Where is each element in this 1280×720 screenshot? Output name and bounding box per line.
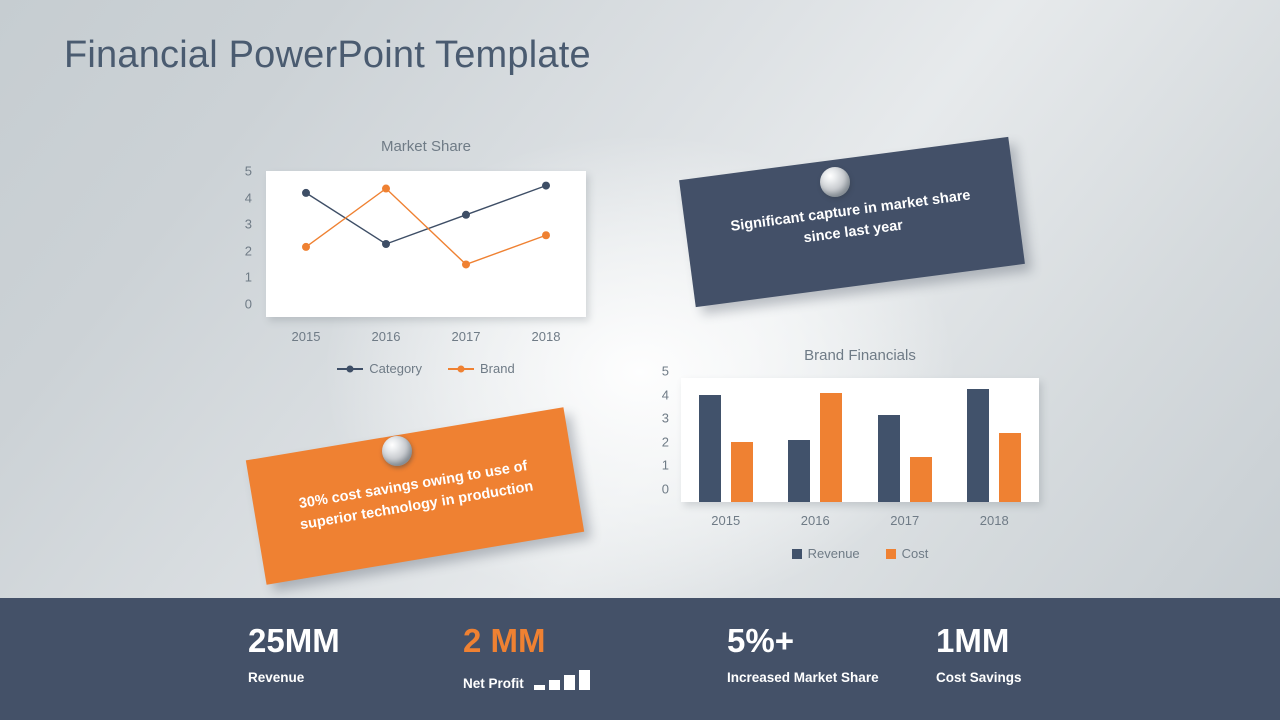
bar-chart-legend: Revenue Cost xyxy=(681,546,1039,561)
line-data-point[interactable] xyxy=(462,260,470,269)
bar-cost[interactable] xyxy=(820,392,843,502)
kpi-label: Increased Market Share xyxy=(727,670,879,685)
line-chart-y-tick: 1 xyxy=(244,269,252,285)
bar-group xyxy=(860,378,950,502)
cost-savings-note-text: 30% cost savings owing to use of superio… xyxy=(297,458,535,534)
line-data-point[interactable] xyxy=(302,188,310,197)
line-series-brand xyxy=(305,187,547,266)
bar-chart-legend-item[interactable]: Cost xyxy=(885,546,929,561)
line-data-point[interactable] xyxy=(382,184,390,193)
line-chart-y-tick: 5 xyxy=(244,163,252,179)
kpi-value: 5%+ xyxy=(727,622,794,659)
line-data-point[interactable] xyxy=(542,181,550,190)
kpi-label-text: Increased Market Share xyxy=(727,669,879,685)
line-chart-plot-area xyxy=(266,171,586,317)
line-chart-svg xyxy=(302,181,550,269)
kpi-label: Cost Savings xyxy=(936,670,1022,685)
kpi-label: Net Profit xyxy=(463,669,590,691)
line-chart-y-axis: 5 4 3 2 1 0 xyxy=(230,165,252,317)
growth-bars-icon xyxy=(533,669,590,690)
bar-group xyxy=(681,378,771,502)
line-chart-x-axis: 2015 2016 2017 2018 xyxy=(266,329,586,344)
kpi-value: 1MM xyxy=(936,622,1010,659)
bar-chart-x-tick: 2016 xyxy=(800,513,830,528)
market-share-note[interactable]: Significant capture in market share sinc… xyxy=(679,136,1025,308)
bar-chart-y-tick: 2 xyxy=(661,434,669,450)
bar-revenue[interactable] xyxy=(967,389,990,502)
bar-revenue[interactable] xyxy=(698,395,721,502)
line-chart-x-tick: 2015 xyxy=(291,329,321,344)
market-share-note-text: Significant capture in market share sinc… xyxy=(729,187,972,247)
kpi-cost-savings: 1MM Cost Savings xyxy=(936,622,1022,685)
bar-chart-x-tick: 2017 xyxy=(890,513,920,528)
bar-revenue[interactable] xyxy=(877,415,900,502)
kpi-value: 25MM xyxy=(248,622,340,659)
line-data-point[interactable] xyxy=(302,242,310,251)
line-series-category xyxy=(305,184,547,245)
page-title: Financial PowerPoint Template xyxy=(64,34,591,76)
pin-icon xyxy=(382,436,412,466)
bar-group xyxy=(771,378,861,502)
kpi-footer-bar: 25MM Revenue 2 MM Net Profit 5%+ Increas… xyxy=(0,598,1280,720)
line-chart-legend-marker-icon xyxy=(337,367,364,370)
line-chart-legend-item[interactable]: Category xyxy=(337,361,422,376)
kpi-label-text: Cost Savings xyxy=(936,669,1022,685)
bar-chart-y-tick: 4 xyxy=(661,387,669,403)
bar-chart-plot-area xyxy=(681,378,1039,502)
slide-canvas: Financial PowerPoint Template Market Sha… xyxy=(0,0,1280,720)
line-chart-x-tick: 2016 xyxy=(371,329,401,344)
bar-cost[interactable] xyxy=(909,457,932,502)
bar-chart-legend-label: Cost xyxy=(901,546,929,561)
kpi-label-text: Revenue xyxy=(248,669,305,685)
line-chart-legend-label: Category xyxy=(369,361,423,376)
bar-chart-y-axis: 5 4 3 2 1 0 xyxy=(647,365,669,502)
line-chart-y-tick: 2 xyxy=(244,243,252,259)
bar-cost[interactable] xyxy=(999,432,1022,502)
bar-chart-bars xyxy=(681,378,1039,502)
bar-chart-y-tick: 1 xyxy=(661,457,669,473)
kpi-revenue: 25MM Revenue xyxy=(248,622,340,685)
bar-chart-legend-marker-icon xyxy=(791,548,802,559)
bar-chart-legend-label: Revenue xyxy=(807,546,860,561)
pin-icon xyxy=(820,167,850,197)
line-chart-x-tick: 2017 xyxy=(451,329,481,344)
bar-cost[interactable] xyxy=(730,442,753,502)
bar-chart-y-tick: 0 xyxy=(661,481,669,497)
bar-chart-x-tick: 2015 xyxy=(711,513,741,528)
kpi-value: 2 MM xyxy=(463,622,546,659)
line-chart-legend-marker-icon xyxy=(448,367,475,370)
bar-chart-y-tick: 5 xyxy=(661,363,669,379)
line-chart-y-tick: 3 xyxy=(244,216,252,232)
bar-group xyxy=(950,378,1040,502)
cost-savings-note[interactable]: 30% cost savings owing to use of superio… xyxy=(245,407,585,585)
line-chart-legend: Category Brand xyxy=(266,361,586,376)
kpi-increased-market-share: 5%+ Increased Market Share xyxy=(727,622,879,685)
bar-chart-legend-marker-icon xyxy=(885,548,896,559)
bar-chart-x-axis: 2015 2016 2017 2018 xyxy=(681,513,1039,528)
chart-title-market-share: Market Share xyxy=(380,138,472,155)
chart-title-brand-financials: Brand Financials xyxy=(804,347,916,364)
line-chart-y-tick: 4 xyxy=(244,190,252,206)
line-data-point[interactable] xyxy=(382,240,390,248)
line-data-point[interactable] xyxy=(542,231,550,240)
line-chart-x-tick: 2018 xyxy=(531,329,561,344)
bar-chart-y-tick: 3 xyxy=(661,410,669,426)
kpi-label: Revenue xyxy=(248,670,340,685)
kpi-label-text: Net Profit xyxy=(463,675,524,691)
line-chart-y-tick: 0 xyxy=(244,296,252,312)
line-chart-legend-label: Brand xyxy=(480,361,515,376)
bar-revenue[interactable] xyxy=(788,440,811,502)
kpi-net-profit: 2 MM Net Profit xyxy=(463,622,590,691)
line-data-point[interactable] xyxy=(462,210,470,219)
bar-chart-legend-item[interactable]: Revenue xyxy=(791,546,860,561)
line-chart-legend-item[interactable]: Brand xyxy=(448,361,515,376)
bar-chart-x-tick: 2018 xyxy=(979,513,1009,528)
